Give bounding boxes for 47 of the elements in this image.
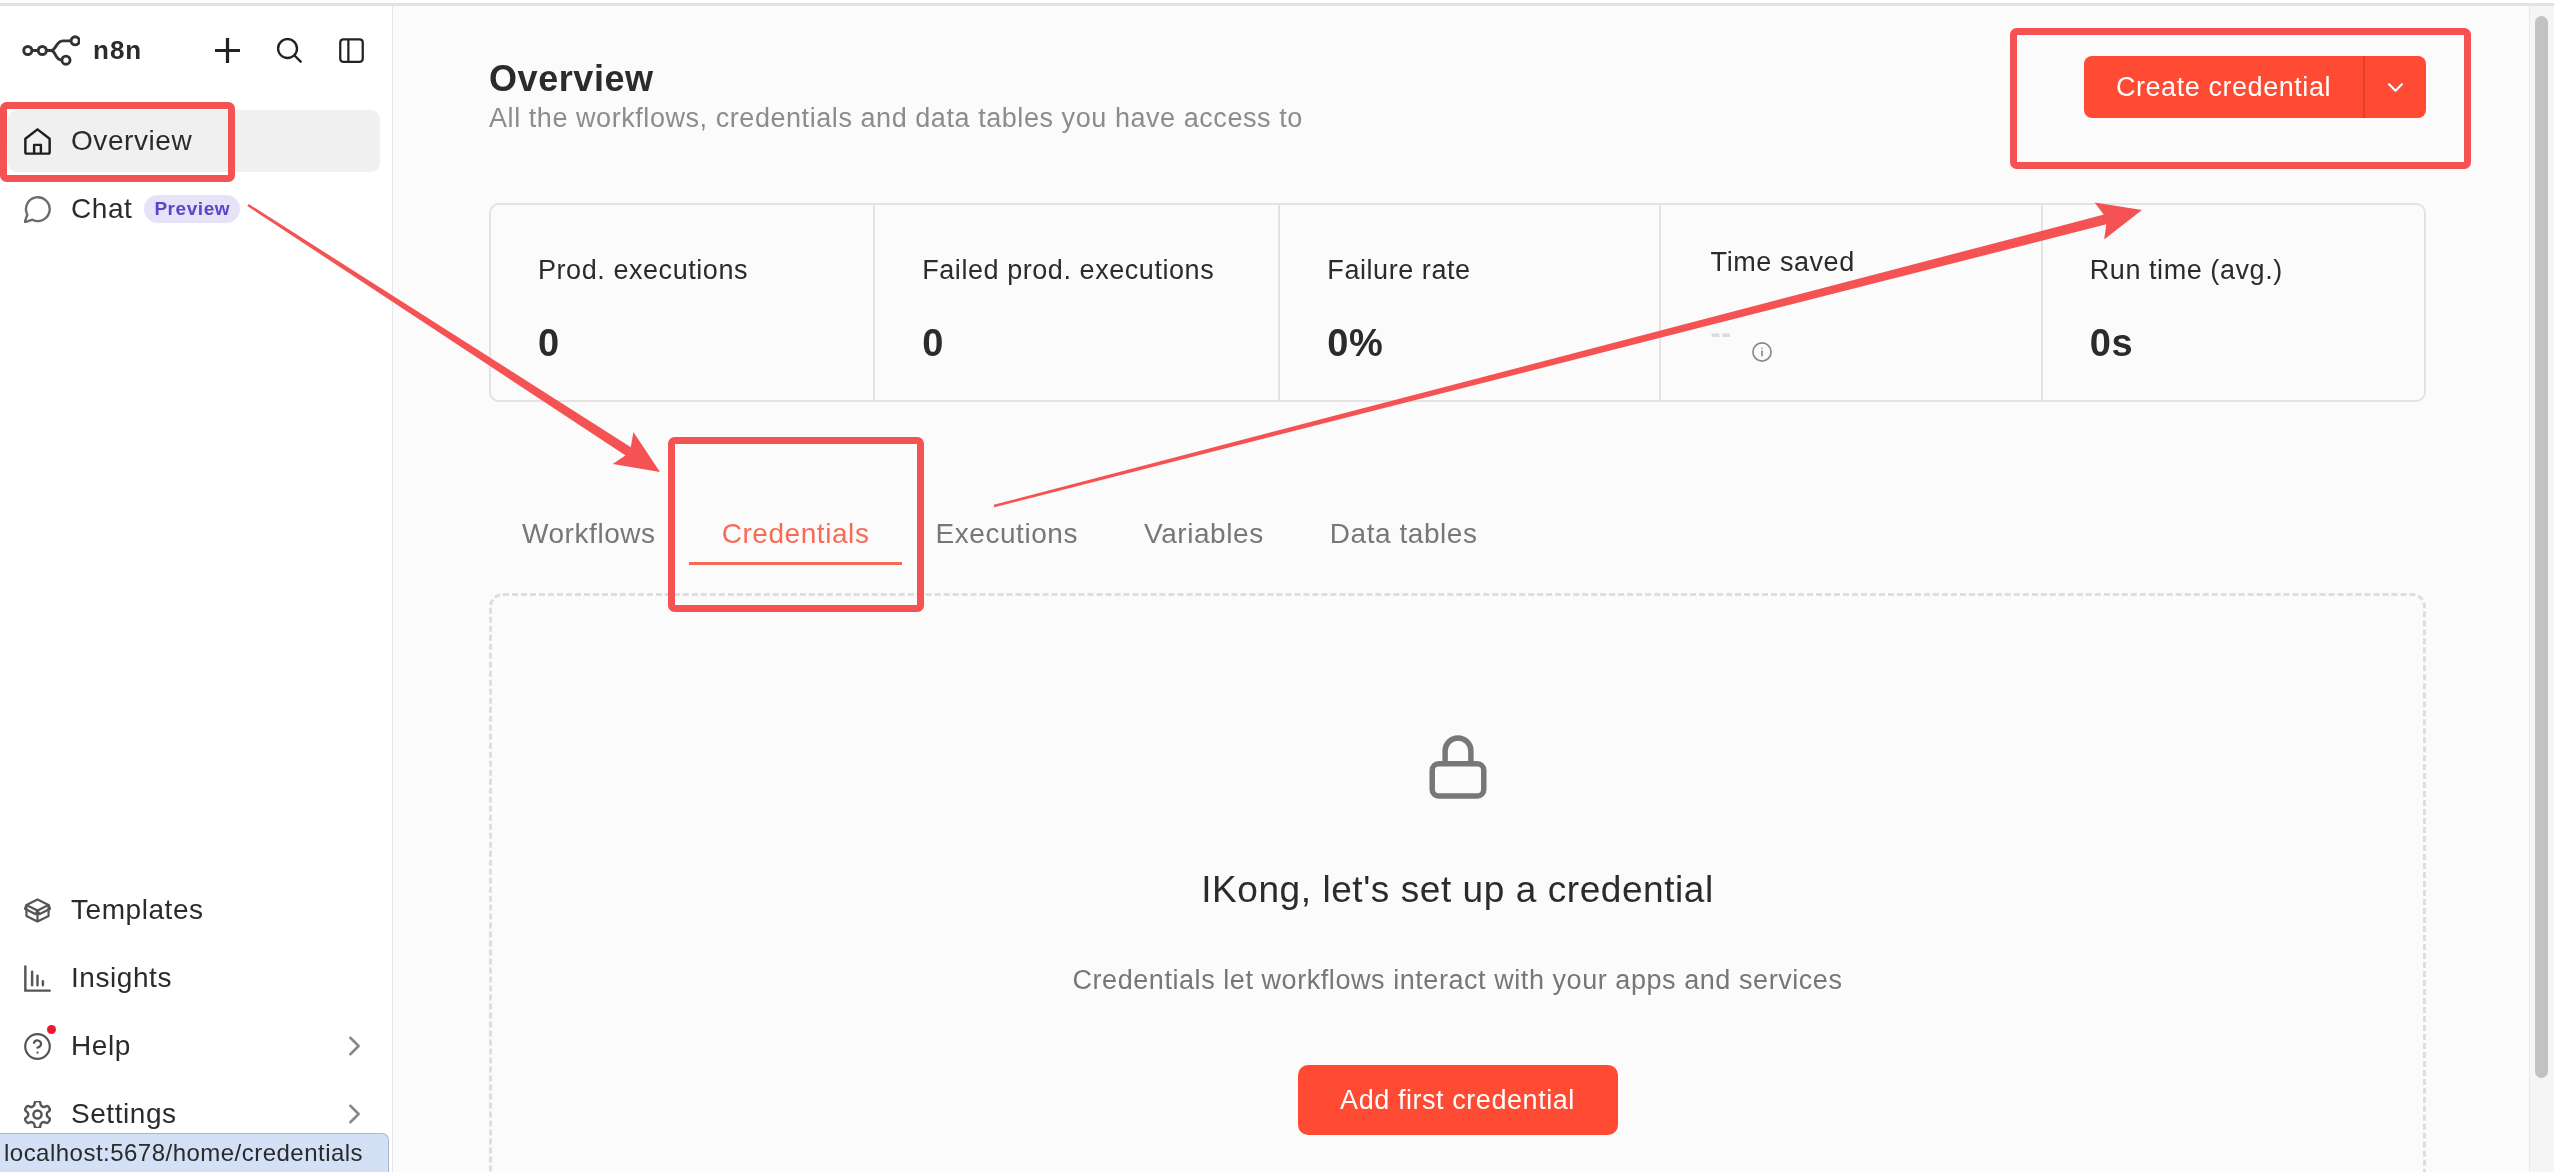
- scrollbar-thumb[interactable]: [2535, 16, 2548, 1078]
- add-button[interactable]: [215, 37, 240, 63]
- add-first-credential-button[interactable]: Add first credential: [1297, 1065, 1618, 1135]
- sidebar-item[interactable]: Help: [8, 1015, 380, 1077]
- stat-label: Time saved: [1710, 246, 1855, 278]
- plus-icon: [215, 37, 240, 63]
- tab[interactable]: Variables: [1111, 503, 1297, 565]
- chevron-right-icon: [349, 1036, 360, 1056]
- caret-down-icon: [2388, 82, 2403, 92]
- stat-value: --: [1710, 318, 1732, 348]
- stat-value: 0%: [1327, 321, 1384, 366]
- status-url-tooltip: localhost:5678/home/credentials: [0, 1133, 389, 1172]
- box-icon: [24, 896, 51, 924]
- tab[interactable]: Executions: [902, 503, 1112, 565]
- tab[interactable]: Workflows: [489, 503, 689, 565]
- stat-label: Failure rate: [1327, 254, 1471, 286]
- sidebar-item[interactable]: Insights: [8, 947, 380, 1009]
- preview-badge: Preview: [144, 195, 241, 223]
- stat-label: Prod. executions: [538, 254, 749, 286]
- stat-value: 0: [538, 321, 560, 366]
- stat-label: Run time (avg.): [2089, 254, 2283, 286]
- tab[interactable]: Credentials: [688, 503, 903, 565]
- logo-text: n8n: [93, 34, 143, 66]
- logo-icon: [22, 33, 80, 67]
- empty-state-description: Credentials let workflows interact with your apps and services: [1072, 964, 1843, 997]
- empty-state-title: IKong, let's set up a credential: [1201, 868, 1714, 912]
- search-icon: [277, 37, 302, 63]
- chat-icon: [24, 195, 51, 223]
- panel-icon: [339, 37, 364, 63]
- sidebar-item[interactable]: Overview: [8, 110, 380, 172]
- stat-value: 0s: [2089, 321, 2134, 366]
- stat-value: 0: [922, 321, 944, 366]
- sidebar-item[interactable]: Chat Preview: [8, 178, 380, 240]
- help-icon: [24, 1032, 51, 1060]
- tab[interactable]: Data tables: [1296, 503, 1511, 565]
- sidebar-item[interactable]: Templates: [8, 879, 380, 941]
- page-title: Overview: [489, 57, 655, 101]
- search-button[interactable]: [277, 37, 302, 63]
- page-subtitle: All the workflows, credentials and data tables you have access to: [489, 102, 1303, 134]
- bar-chart-icon: [24, 964, 51, 992]
- home-icon: [24, 127, 51, 155]
- lock-icon: [1428, 734, 1487, 800]
- create-credential-button[interactable]: Create credential: [2084, 56, 2363, 118]
- sidebar-toggle-button[interactable]: [339, 37, 364, 63]
- chevron-right-icon: [349, 1104, 360, 1124]
- stat-label: Failed prod. executions: [922, 254, 1215, 286]
- settings-icon: [24, 1100, 51, 1128]
